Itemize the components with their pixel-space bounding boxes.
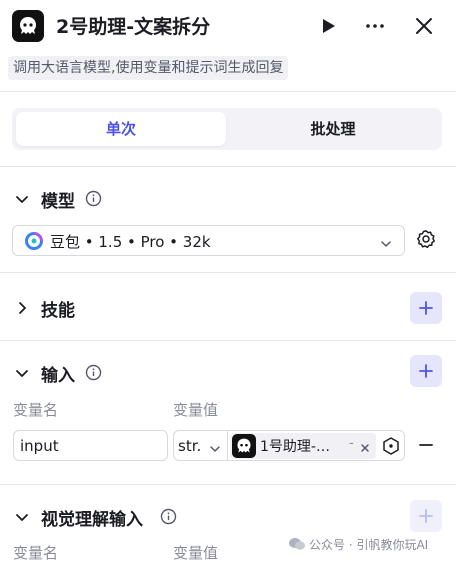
section-title-skills: 技能 <box>41 301 75 321</box>
info-icon[interactable] <box>85 190 102 207</box>
close-icon[interactable] <box>359 439 371 452</box>
chevron-down-icon[interactable] <box>14 191 30 207</box>
divider <box>0 166 456 167</box>
assistant-icon <box>12 10 44 42</box>
watermark-text: 公众号 · 引帆教你玩AI <box>309 538 429 552</box>
doubao-logo-icon <box>25 232 43 250</box>
variable-reference-suffix: - <box>349 436 354 451</box>
divider <box>0 272 456 273</box>
wechat-icon <box>288 537 306 551</box>
divider <box>227 431 228 460</box>
type-select-value[interactable]: str. <box>178 437 201 455</box>
var-name-value: input <box>20 437 59 455</box>
var-value-field[interactable]: str. 1号助理-… - <box>173 430 405 461</box>
column-header-var-value: 变量值 <box>173 401 219 419</box>
more-icon[interactable] <box>363 14 387 38</box>
model-select[interactable]: 豆包 • 1.5 • Pro • 32k <box>12 225 405 256</box>
add-visual-input-button[interactable] <box>410 500 442 532</box>
node-header: 2号助理-文案拆分 <box>0 0 456 52</box>
play-icon[interactable] <box>316 14 340 38</box>
divider <box>0 484 456 485</box>
model-select-value: 豆包 • 1.5 • Pro • 32k <box>50 233 211 251</box>
divider <box>0 91 456 92</box>
add-skill-button[interactable] <box>410 292 442 324</box>
chevron-down-icon[interactable] <box>14 365 30 381</box>
chevron-down-icon <box>380 235 392 247</box>
info-icon[interactable] <box>85 364 102 381</box>
column-header-var-value: 变量值 <box>173 544 219 562</box>
variable-picker-icon[interactable] <box>381 436 401 456</box>
info-icon[interactable] <box>160 508 177 525</box>
column-header-var-name: 变量名 <box>13 401 59 419</box>
page-title: 2号助理-文案拆分 <box>56 16 211 38</box>
remove-row-icon[interactable] <box>418 437 434 453</box>
tab-batch[interactable]: 批处理 <box>228 112 438 146</box>
divider <box>0 340 456 341</box>
add-input-button[interactable] <box>410 355 442 387</box>
section-title-inputs: 输入 <box>41 366 75 386</box>
tab-single[interactable]: 单次 <box>16 112 226 146</box>
section-title-visual-input: 视觉理解输入 <box>41 510 143 530</box>
assistant-icon <box>232 434 256 458</box>
section-title-model: 模型 <box>41 192 75 212</box>
var-name-input[interactable]: input <box>13 430 168 461</box>
node-description: 调用大语言模型,使用变量和提示词生成回复 <box>8 56 289 80</box>
variable-reference-tag[interactable]: 1号助理-… - <box>230 433 376 459</box>
variable-reference-label: 1号助理-… <box>260 439 330 455</box>
gear-icon[interactable] <box>416 229 436 249</box>
mode-switch: 单次 批处理 <box>12 108 442 150</box>
chevron-down-icon[interactable] <box>209 440 221 452</box>
chevron-right-icon[interactable] <box>14 300 30 316</box>
column-header-var-name: 变量名 <box>13 544 59 562</box>
chevron-down-icon[interactable] <box>14 509 30 525</box>
close-icon[interactable] <box>412 14 436 38</box>
